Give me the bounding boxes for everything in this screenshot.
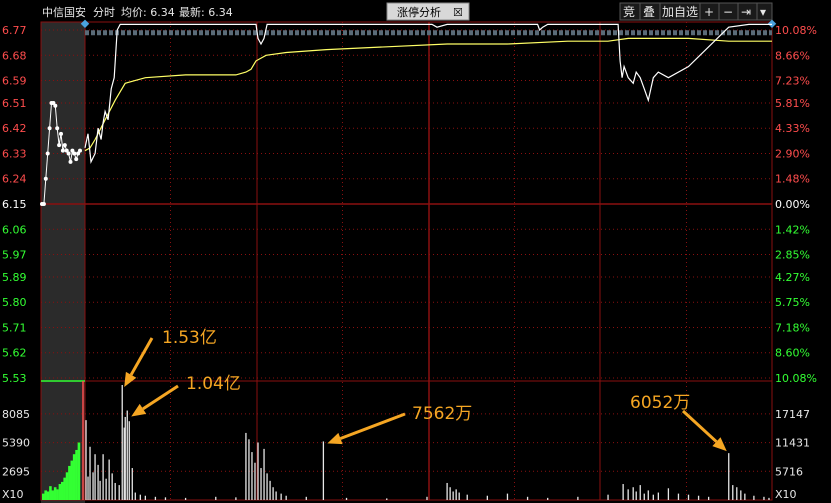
price-tick-label: 6.77	[2, 24, 27, 37]
pct-tick-down-label: 5.75%	[775, 296, 810, 309]
price-tick-label: 6.06	[2, 223, 27, 236]
zoom-out-icon[interactable]: −	[723, 5, 733, 19]
volume-unit-right: X10	[775, 488, 797, 501]
price-tick-label: 5.71	[2, 321, 27, 334]
add-watchlist-button[interactable]: 加自选	[662, 5, 698, 19]
annotation-label: 6052万	[630, 393, 690, 413]
pct-tick-down-label: 4.27%	[775, 271, 810, 284]
mode-label: 分时	[93, 6, 115, 19]
price-tick-label: 6.68	[2, 49, 27, 62]
auction-button[interactable]: 竞	[623, 5, 635, 19]
toolbar-buttons: 竞 叠 加自选 + − ⇥ ▾	[619, 2, 773, 21]
pct-tick-up-label: 7.23%	[775, 75, 810, 88]
price-tick-label: 6.59	[2, 75, 27, 88]
close-icon[interactable]: ☒	[453, 6, 463, 19]
annotation-label: 1.04亿	[186, 374, 241, 394]
tab-limit-up-analysis[interactable]: 涨停分析 ☒	[386, 2, 470, 21]
volume-right-tick-label: 5716	[775, 465, 803, 478]
annotation-label: 7562万	[412, 404, 472, 424]
pct-tick-up-label: 8.66%	[775, 49, 810, 62]
pre-auction-volume-bar	[49, 486, 52, 500]
price-tick-label: 5.80	[2, 296, 27, 309]
pre-auction-volume-bar	[65, 472, 69, 500]
pre-auction-volume-bar	[46, 491, 50, 500]
volume-tick-label: 8085	[2, 408, 30, 421]
avg-price-label: 均价: 6.34	[121, 6, 175, 19]
intraday-chart[interactable]: 中信国安 分时 均价: 6.34 最新: 6.34 涨停分析 ☒ 竞 叠 加自选…	[0, 0, 831, 503]
pre-auction-volume-bar	[72, 454, 76, 500]
annotation-label: 1.53亿	[162, 328, 217, 348]
pre-auction-region	[41, 22, 85, 503]
chevron-down-icon[interactable]: ▾	[760, 5, 766, 19]
price-tick-label: 6.15	[2, 198, 27, 211]
pct-tick-up-label: 1.48%	[775, 173, 810, 186]
pre-auction-volume-bar	[58, 484, 62, 500]
volume-right-tick-label: 11431	[775, 437, 810, 450]
pct-tick-down-label: 1.42%	[775, 223, 810, 236]
pre-auction-volume-bar	[75, 449, 78, 500]
price-tick-label: 6.51	[2, 97, 27, 110]
pct-tick-up-label: 4.33%	[775, 122, 810, 135]
pct-tick-down-label: 7.18%	[775, 321, 810, 334]
volume-unit-left: X10	[2, 488, 24, 501]
tab-label: 涨停分析	[397, 5, 441, 19]
pre-auction-volume-bar	[77, 442, 81, 500]
pre-auction-volume-bar	[70, 460, 74, 500]
pct-tick-down-label: 2.85%	[775, 249, 810, 262]
pre-auction-volume-bar	[44, 490, 47, 500]
stock-name: 中信国安	[42, 5, 86, 19]
zoom-in-icon[interactable]: +	[704, 5, 714, 19]
pre-auction-volume-bar	[51, 490, 55, 500]
price-tick-label: 5.53	[2, 372, 27, 385]
pre-auction-volume-bar	[53, 487, 57, 500]
overlay-button[interactable]: 叠	[643, 5, 655, 19]
jump-end-icon[interactable]: ⇥	[741, 5, 751, 19]
price-tick-label: 5.62	[2, 347, 27, 360]
price-tick-label: 5.97	[2, 249, 27, 262]
price-tick-label: 6.33	[2, 147, 27, 160]
pct-tick-down-label: 8.60%	[775, 347, 810, 360]
pre-auction-volume-bar	[68, 465, 71, 500]
volume-tick-label: 2695	[2, 465, 30, 478]
price-tick-label: 6.24	[2, 173, 27, 186]
volume-tick-label: 5390	[2, 437, 30, 450]
pct-tick-down-label: 10.08%	[775, 372, 817, 385]
price-tick-label: 5.89	[2, 271, 27, 284]
pct-tick-up-label: 10.08%	[775, 24, 817, 37]
last-price-label: 最新: 6.34	[179, 5, 233, 19]
pre-auction-volume-bar	[63, 477, 66, 500]
pre-auction-volume-bar	[56, 489, 59, 500]
volume-right-tick-label: 17147	[775, 408, 810, 421]
price-tick-label: 6.42	[2, 122, 27, 135]
pct-tick-up-label: 2.90%	[775, 147, 810, 160]
pct-tick-up-label: 5.81%	[775, 97, 810, 110]
pct-zero-label: 0.00%	[775, 198, 810, 211]
pre-auction-volume-bar	[42, 493, 45, 500]
pre-auction-volume-bar	[61, 481, 64, 500]
